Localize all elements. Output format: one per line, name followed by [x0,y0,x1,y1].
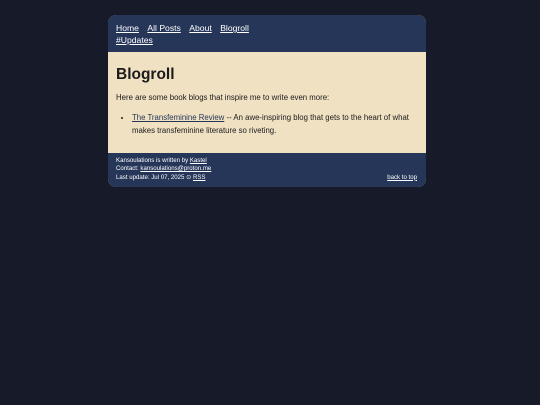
back-to-top-link[interactable]: back to top [387,174,417,182]
footer-update-line: Last update: Jul 07, 2025 ⊙ RSS [116,174,418,182]
nav-link-home[interactable]: Home [116,23,139,33]
footer-contact-label: Contact: [116,165,141,173]
site-footer: Kansoulations is written by Kastel Conta… [108,153,426,187]
email-link[interactable]: kansoulations@proton.me [140,165,211,172]
nav-link-updates[interactable]: #Updates [116,35,153,45]
intro-text: Here are some book blogs that inspire me… [116,93,330,102]
page-card: Home All Posts About Blogroll #Updates B… [108,15,426,187]
footer-author-label: Kansoulations is written by [116,157,190,164]
main-content: Blogroll Here are some book blogs that i… [108,52,426,153]
page-title: Blogroll [116,66,175,83]
nav-link-about[interactable]: About [189,23,211,33]
nav-link-blogroll[interactable]: Blogroll [220,23,249,33]
top-nav: Home All Posts About Blogroll #Updates [108,15,426,52]
rss-link[interactable]: RSS [193,174,206,181]
list-item: The Transfeminine Review -- An awe-inspi… [132,111,418,137]
nav-link-all-posts[interactable]: All Posts [147,23,180,33]
footer-author-line: Kansoulations is written by Kastel [116,157,418,165]
author-link[interactable]: Kastel [190,157,207,164]
blog-list: The Transfeminine Review -- An awe-inspi… [116,111,418,137]
footer-contact-line: Contact: kansoulations@proton.me [116,165,418,173]
footer-update-label: Last update: Jul 07, 2025 ⊙ [116,173,193,181]
blog-link[interactable]: The Transfeminine Review [132,113,224,122]
